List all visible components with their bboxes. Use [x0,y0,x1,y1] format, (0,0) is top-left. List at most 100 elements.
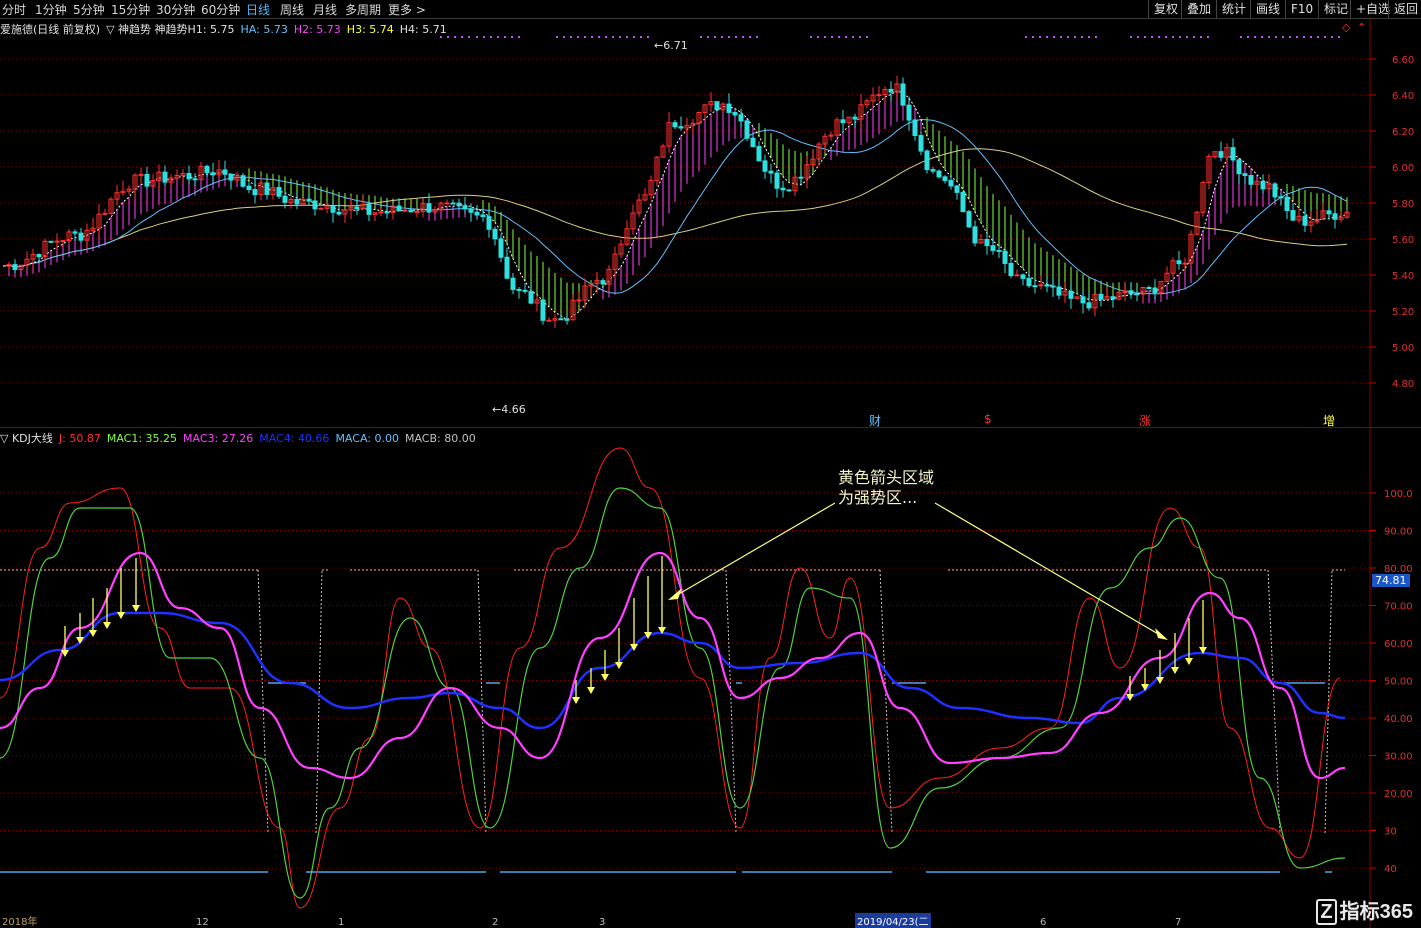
candle-body [558,318,564,321]
signal-dot [728,36,730,38]
signal-dot [859,36,861,38]
signal-dot [1261,36,1263,38]
candle-body [486,216,492,230]
yellow-arrow-head [89,630,97,637]
candle-body [786,189,792,192]
period-tab-1min[interactable]: 1分钟 [35,1,67,18]
indicator-name: ▽ 神趋势 神趋势H1: 5.75 [106,23,235,36]
candle-body [1326,210,1332,215]
candle-body [762,160,768,172]
candle-body [480,214,486,218]
signal-dot [1254,36,1256,38]
signal-dot [1296,36,1298,38]
signal-dot [1172,36,1174,38]
candle-body [1086,302,1092,309]
candle-body [144,173,150,187]
price-chart-panel[interactable]: 6.60 6.40 6.20 6.00 5.80 5.60 5.40 5.20 5.00 4.80… [0,19,1421,428]
kdj-name: ▽ KDJ大线 [0,432,53,445]
candle-body [1134,293,1140,296]
kdj-tick-label: 60.00 [1384,639,1413,650]
signal-dot [824,36,826,38]
overlay-button[interactable]: 叠加 [1181,0,1216,18]
kdj-tick-label: 70.00 [1384,602,1413,613]
signal-dot [1032,36,1034,38]
candle-body [1230,147,1236,161]
mark-button[interactable]: 标记 [1318,0,1353,18]
candlestick-chart[interactable]: 6.60 6.40 6.20 6.00 5.80 5.60 5.40 5.20 5.00 4.80 [0,19,1421,427]
trend-fill-band [8,91,1348,320]
signal-dot [577,36,579,38]
candle-body [276,187,282,197]
signal-dot [1331,36,1333,38]
candle-body [1302,215,1308,226]
candle-body [564,318,570,321]
candle-body [528,290,534,304]
period-tab-30min[interactable]: 30分钟 [156,1,195,18]
period-tab-more[interactable]: 更多 > [388,1,426,18]
candle-body [888,88,894,93]
signal-dot [584,36,586,38]
price-tick-label: 6.00 [1392,163,1414,174]
period-tab-60min[interactable]: 60分钟 [201,1,240,18]
mac4-line [0,611,1346,730]
stats-button[interactable]: 统计 [1216,0,1251,18]
signal-dot [1158,36,1160,38]
period-tab-daily[interactable]: 日线 [246,1,270,18]
candle-body [948,180,954,187]
candle-body [876,94,882,97]
signal-dot [1046,36,1048,38]
f10-button[interactable]: F10 [1285,0,1318,18]
diamond-icon[interactable]: ◇ [1342,21,1350,34]
candle-body [102,212,108,215]
candle-body [294,198,300,205]
fuquan-button[interactable]: 复权 [1148,0,1183,18]
signal-dot [749,36,751,38]
watermark-logo: Z 指标365 [1316,895,1413,925]
period-tab-monthly[interactable]: 月线 [313,1,337,18]
legend-macb: MACB: 80.00 [404,432,476,445]
candle-body [1014,274,1020,277]
j-line [0,447,1341,909]
candle-body [510,277,516,290]
signal-dot [1137,36,1139,38]
signal-dot [612,36,614,38]
signal-dot [1338,36,1340,38]
x-label-6: 6 [1040,917,1047,928]
kdj-tick-label: 50.00 [1384,677,1413,688]
signal-dot [721,36,723,38]
signal-dot [1268,36,1270,38]
candle-body [1260,180,1266,190]
candle-body [396,205,402,212]
candle-body [252,189,258,196]
price-tick-label: 5.60 [1392,235,1414,246]
candle-body [246,185,252,191]
candle-body [1176,260,1182,265]
candle-body [966,211,972,228]
candle-body [1128,290,1134,295]
period-tab-15min[interactable]: 15分钟 [111,1,150,18]
period-tab-multi[interactable]: 多周期 [345,1,381,18]
kdj-chart[interactable]: 100.090.0080.0070.0060.0050.0040.0030.00… [0,428,1421,928]
stock-title: 爱施德(日线 前复权) [0,23,101,36]
signal-dot [1074,36,1076,38]
period-tab-fenshi[interactable]: 分时 [2,1,26,18]
candle-body [1284,196,1290,212]
event-marker-dividend[interactable]: $ [984,412,992,426]
signal-dot [490,36,492,38]
kdj-indicator-panel[interactable]: 100.0 90.00 80.00 70.00 60.00 50.00 40.00 30.00… [0,428,1421,928]
candle-body [714,101,720,111]
signal-dot [647,36,649,38]
kdj-grid [0,492,1370,869]
draw-button[interactable]: 画线 [1250,0,1285,18]
signal-dot [1186,36,1188,38]
candle-body [138,173,144,176]
signal-dot [626,36,628,38]
toolbar: 分时 1分钟 5分钟 15分钟 30分钟 60分钟 日线 周线 月线 多周期 更… [0,0,1421,19]
period-tab-5min[interactable]: 5分钟 [73,1,105,18]
chevron-up-icon[interactable]: ⌃ [1357,21,1366,34]
period-tab-weekly[interactable]: 周线 [280,1,304,18]
back-button[interactable]: 返回 [1388,0,1421,18]
candle-body [774,172,780,189]
candle-body [408,209,414,213]
candle-body [1218,151,1224,158]
